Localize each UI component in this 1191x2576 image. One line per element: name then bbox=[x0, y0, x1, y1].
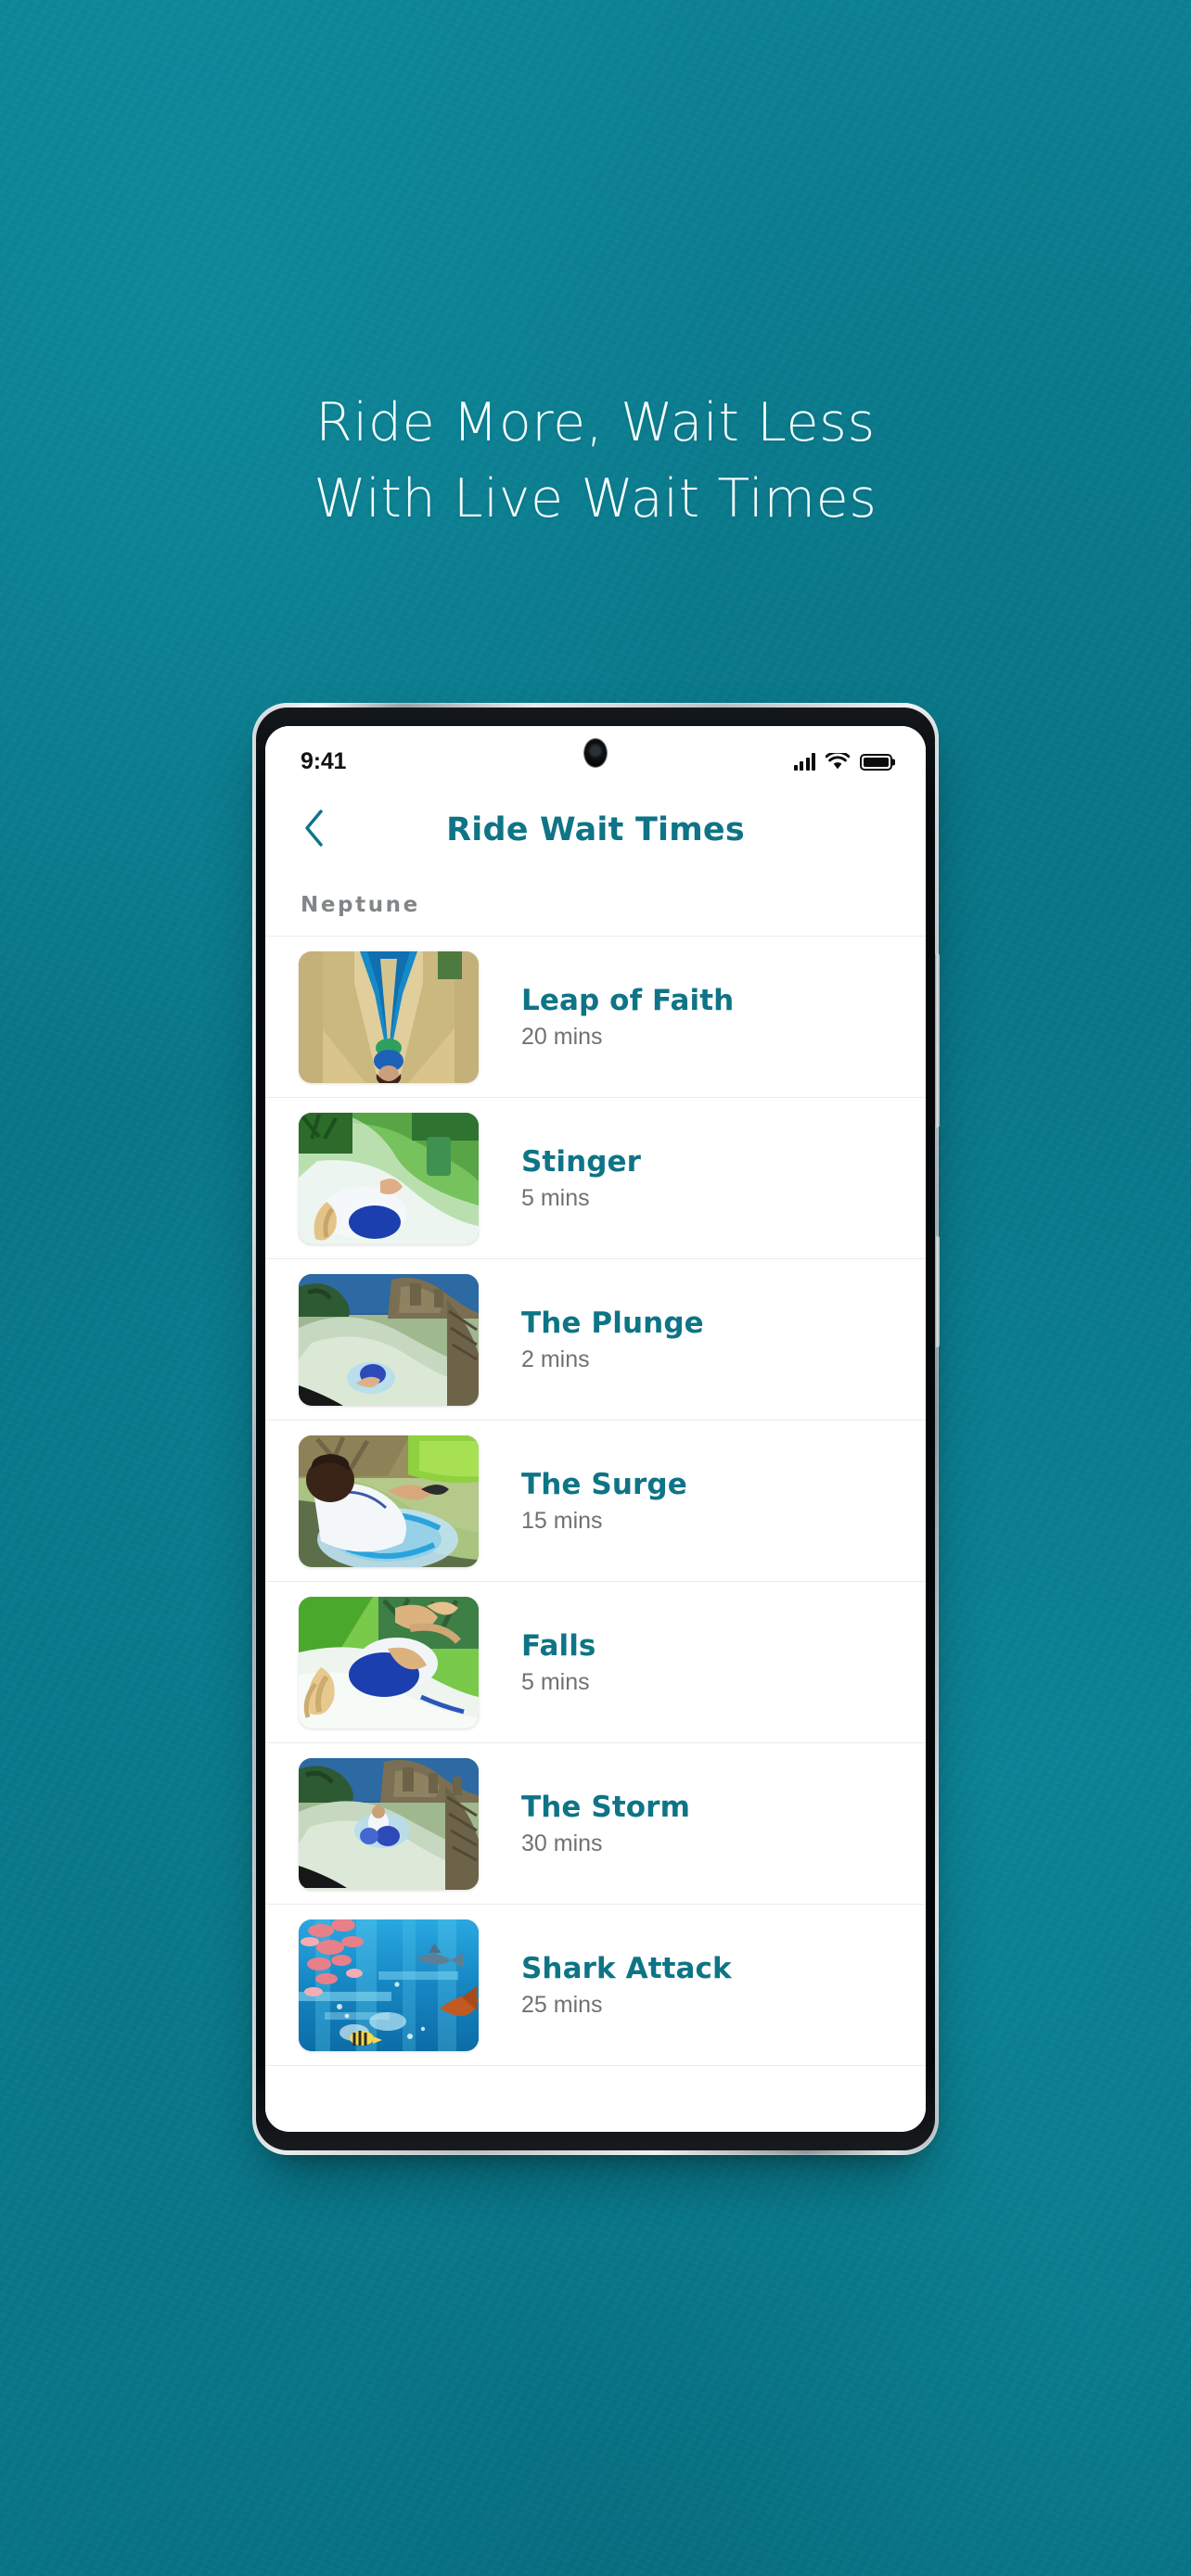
ride-name: Stinger bbox=[521, 1144, 642, 1179]
status-bar-icons bbox=[793, 752, 892, 771]
ride-info: The Surge 15 mins bbox=[521, 1468, 687, 1535]
promo-headline: Ride More, Wait Less With Live Wait Time… bbox=[0, 385, 1191, 537]
device-frame: 9:41 Ride Wait Times Neptune Leap of Fai… bbox=[252, 703, 940, 2155]
phone-screen: 9:41 Ride Wait Times Neptune Leap of Fai… bbox=[265, 726, 926, 2132]
ride-info: The Plunge 2 mins bbox=[521, 1307, 704, 1373]
device-bezel: 9:41 Ride Wait Times Neptune Leap of Fai… bbox=[256, 708, 935, 2150]
list-bottom-divider bbox=[265, 2065, 926, 2130]
power-button[interactable] bbox=[935, 1236, 940, 1347]
volume-rocker-button[interactable] bbox=[935, 953, 940, 1128]
falls-thumbnail bbox=[299, 1596, 479, 1728]
ride-list-item[interactable]: Stinger 5 mins bbox=[265, 1097, 926, 1258]
ride-info: Shark Attack 25 mins bbox=[521, 1952, 732, 2019]
ride-name: The Plunge bbox=[521, 1306, 704, 1340]
status-bar-clock: 9:41 bbox=[301, 747, 347, 774]
ride-wait-time: 20 mins bbox=[521, 1023, 603, 1050]
phone-mockup: 9:41 Ride Wait Times Neptune Leap of Fai… bbox=[252, 703, 940, 2155]
ride-wait-time: 5 mins bbox=[521, 1668, 590, 1695]
headline-line-1: Ride More, Wait Less bbox=[315, 392, 876, 453]
ride-wait-time: 30 mins bbox=[521, 1830, 603, 1856]
battery-fill bbox=[864, 757, 889, 767]
cellular-signal-icon bbox=[793, 752, 815, 771]
ride-name: Leap of Faith bbox=[521, 983, 735, 1017]
ride-name: The Surge bbox=[521, 1467, 687, 1501]
ride-wait-times-list: Leap of Faith 20 mins Stinger 5 mins The… bbox=[265, 936, 926, 2130]
ride-list-item[interactable]: Falls 5 mins bbox=[265, 1581, 926, 1742]
ride-info: Leap of Faith 20 mins bbox=[521, 984, 734, 1051]
ride-name: Shark Attack bbox=[521, 1951, 732, 1985]
ride-list-item[interactable]: The Storm 30 mins bbox=[265, 1742, 926, 1904]
ride-list-item[interactable]: Leap of Faith 20 mins bbox=[265, 936, 926, 1097]
app-header: Ride Wait Times bbox=[265, 787, 926, 873]
ride-wait-time: 2 mins bbox=[521, 1345, 590, 1372]
shark-attack-thumbnail bbox=[299, 1919, 479, 2051]
stinger-thumbnail bbox=[299, 1112, 479, 1244]
ride-list-item[interactable]: The Surge 15 mins bbox=[265, 1420, 926, 1581]
ride-name: The Storm bbox=[521, 1790, 690, 1824]
ride-info: Falls 5 mins bbox=[521, 1629, 596, 1696]
ride-wait-time: 25 mins bbox=[521, 1991, 603, 2018]
back-button[interactable] bbox=[289, 805, 339, 855]
ride-list-item[interactable]: The Plunge 2 mins bbox=[265, 1258, 926, 1420]
the-plunge-thumbnail bbox=[299, 1273, 479, 1406]
ride-list-item[interactable]: Shark Attack 25 mins bbox=[265, 1904, 926, 2065]
leap-of-faith-thumbnail bbox=[299, 950, 479, 1083]
ride-info: Stinger 5 mins bbox=[521, 1145, 641, 1212]
page-title: Ride Wait Times bbox=[446, 811, 745, 848]
ride-name: Falls bbox=[521, 1628, 596, 1663]
ride-wait-time: 15 mins bbox=[521, 1507, 603, 1534]
the-surge-thumbnail bbox=[299, 1435, 479, 1567]
headline-line-2: With Live Wait Times bbox=[314, 468, 877, 529]
ride-wait-time: 5 mins bbox=[521, 1184, 590, 1211]
section-header-neptune: Neptune bbox=[265, 873, 926, 936]
ride-info: The Storm 30 mins bbox=[521, 1791, 690, 1857]
wifi-icon bbox=[826, 752, 850, 771]
the-storm-thumbnail bbox=[299, 1757, 479, 1890]
chevron-left-icon bbox=[302, 809, 327, 851]
punch-hole-camera-icon bbox=[584, 739, 607, 767]
battery-full-icon bbox=[860, 753, 892, 771]
